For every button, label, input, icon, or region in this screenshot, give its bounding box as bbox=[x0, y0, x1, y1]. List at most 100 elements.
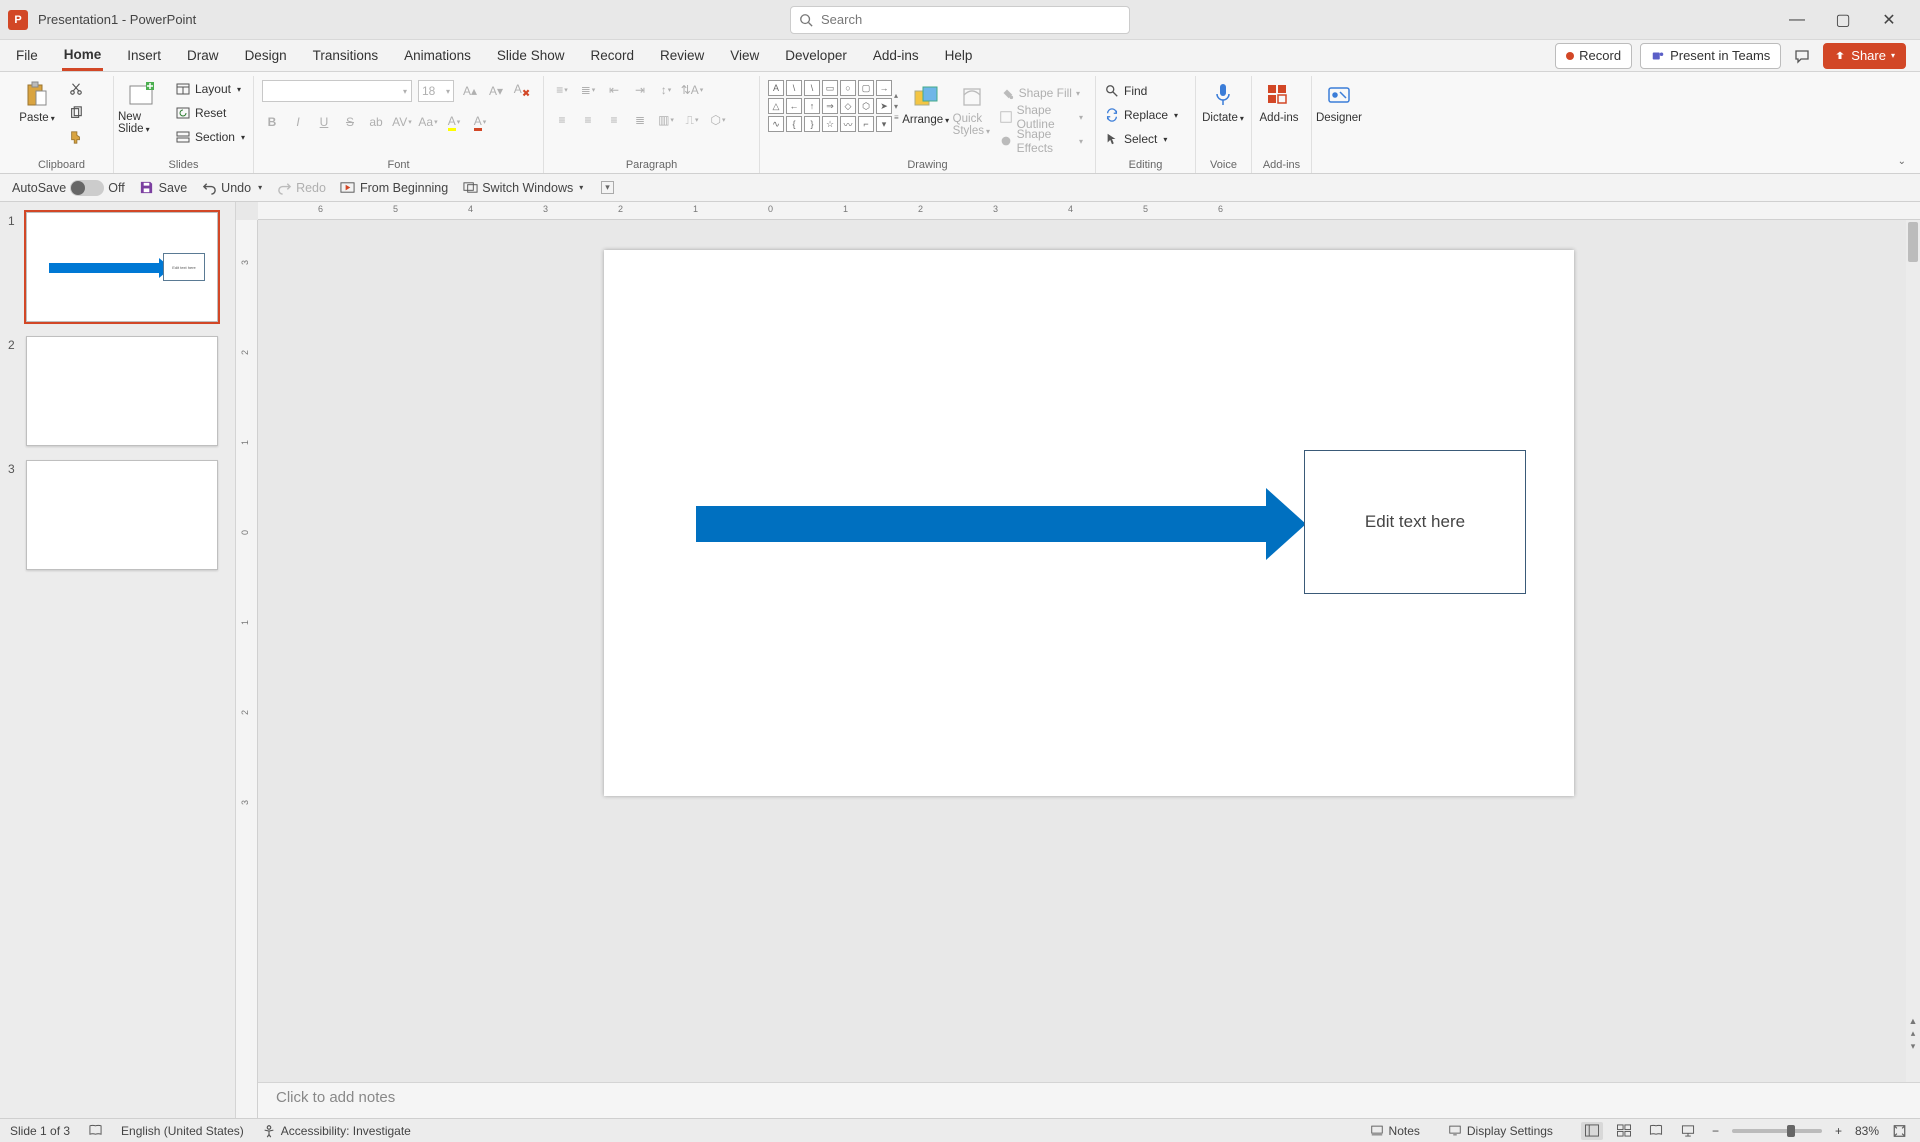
tab-draw[interactable]: Draw bbox=[185, 41, 221, 71]
align-left-button[interactable]: ≡ bbox=[552, 110, 572, 130]
zoom-out-button[interactable]: − bbox=[1709, 1124, 1722, 1138]
horizontal-ruler[interactable]: 6 5 4 3 2 1 0 1 2 3 4 5 6 bbox=[258, 202, 1920, 220]
notes-pane[interactable]: Click to add notes bbox=[258, 1082, 1920, 1118]
shapes-gallery[interactable]: A \ \ ▭ ○ ▢ → △ ← ↑ ⇒ ◇ ⬡ ➤ ∿ { } bbox=[768, 80, 899, 132]
zoom-knob[interactable] bbox=[1787, 1125, 1795, 1137]
thumbnail-slide-1[interactable]: Edit text here bbox=[26, 212, 218, 322]
shape-outline-button[interactable]: Shape Outline▾ bbox=[995, 106, 1087, 128]
zoom-in-button[interactable]: + bbox=[1832, 1124, 1845, 1138]
tab-developer[interactable]: Developer bbox=[783, 41, 849, 71]
redo-button[interactable]: Redo bbox=[276, 180, 326, 196]
align-text-button[interactable]: ⎍ bbox=[682, 110, 702, 130]
arrow-shape[interactable] bbox=[696, 506, 1268, 542]
save-button[interactable]: Save bbox=[139, 180, 188, 196]
shape-fill-button[interactable]: Shape Fill▾ bbox=[995, 82, 1087, 104]
canvas-area[interactable]: Edit text here bbox=[258, 220, 1920, 1082]
fit-to-window-button[interactable] bbox=[1889, 1124, 1910, 1138]
select-button[interactable]: Select▾ bbox=[1100, 128, 1182, 150]
columns-button[interactable]: ▥ bbox=[656, 110, 676, 130]
italic-button[interactable]: I bbox=[288, 112, 308, 132]
maximize-button[interactable]: ▢ bbox=[1820, 0, 1866, 40]
change-case-button[interactable]: Aa bbox=[418, 112, 438, 132]
shape-rarrow[interactable]: ➤ bbox=[876, 98, 892, 114]
chevron-down-icon[interactable]: ▾ bbox=[258, 183, 262, 192]
font-color-button[interactable]: A bbox=[470, 112, 490, 132]
undo-button[interactable]: Undo▾ bbox=[201, 180, 262, 196]
shape-brace-l[interactable]: { bbox=[786, 116, 802, 132]
font-name-combo[interactable]: ▾ bbox=[262, 80, 412, 102]
layout-button[interactable]: Layout▾ bbox=[171, 78, 249, 100]
bold-button[interactable]: B bbox=[262, 112, 282, 132]
shape-conn[interactable]: ⌐ bbox=[858, 116, 874, 132]
shape-roundrect[interactable]: ▢ bbox=[858, 80, 874, 96]
increase-font-button[interactable]: A▴ bbox=[460, 81, 480, 101]
prev-slide-button[interactable]: ▴ bbox=[1911, 1028, 1916, 1039]
addins-button[interactable]: Add-ins bbox=[1256, 78, 1302, 124]
language-indicator[interactable]: English (United States) bbox=[121, 1124, 244, 1138]
from-beginning-button[interactable]: From Beginning bbox=[340, 180, 448, 196]
display-settings-button[interactable]: Display Settings bbox=[1448, 1124, 1553, 1138]
slide-indicator[interactable]: Slide 1 of 3 bbox=[10, 1124, 70, 1138]
tab-slideshow[interactable]: Slide Show bbox=[495, 41, 567, 71]
cut-button[interactable] bbox=[64, 78, 88, 100]
tab-home[interactable]: Home bbox=[62, 41, 104, 71]
tab-animations[interactable]: Animations bbox=[402, 41, 473, 71]
shape-textbox[interactable]: A bbox=[768, 80, 784, 96]
shape-curve[interactable]: ∿ bbox=[768, 116, 784, 132]
shape-scribble[interactable]: 〰 bbox=[840, 116, 856, 132]
zoom-slider[interactable] bbox=[1732, 1129, 1822, 1133]
normal-view-button[interactable] bbox=[1581, 1122, 1603, 1140]
designer-button[interactable]: Designer bbox=[1316, 78, 1362, 124]
tab-record[interactable]: Record bbox=[588, 41, 636, 71]
tab-view[interactable]: View bbox=[728, 41, 761, 71]
shape-oval[interactable]: ○ bbox=[840, 80, 856, 96]
gallery-up-button[interactable]: ▴ bbox=[894, 91, 899, 100]
collapse-ribbon-button[interactable]: ⌄ bbox=[1898, 156, 1906, 167]
format-painter-button[interactable] bbox=[64, 126, 88, 148]
copy-button[interactable] bbox=[64, 102, 88, 124]
next-slide-button[interactable]: ▾ bbox=[1911, 1041, 1916, 1052]
quick-styles-button[interactable]: Quick Styles bbox=[953, 80, 991, 137]
shape-more[interactable]: ▾ bbox=[876, 116, 892, 132]
shape-line2[interactable]: \ bbox=[804, 80, 820, 96]
font-size-combo[interactable]: 18▾ bbox=[418, 80, 454, 102]
reading-view-button[interactable] bbox=[1645, 1122, 1667, 1140]
shape-effects-button[interactable]: Shape Effects▾ bbox=[995, 130, 1087, 152]
line-spacing-button[interactable]: ↕ bbox=[656, 80, 676, 100]
switch-windows-button[interactable]: Switch Windows▾ bbox=[462, 180, 583, 196]
clear-formatting-button[interactable]: A✖ bbox=[512, 81, 532, 101]
prev-slide-anchor-button[interactable]: ▲ bbox=[1909, 1016, 1918, 1026]
shape-line[interactable]: \ bbox=[786, 80, 802, 96]
present-teams-button[interactable]: Present in Teams bbox=[1640, 43, 1781, 69]
increase-indent-button[interactable]: ⇥ bbox=[630, 80, 650, 100]
minimize-button[interactable]: — bbox=[1774, 0, 1820, 40]
autosave-toggle[interactable]: AutoSave Off bbox=[12, 180, 125, 196]
shape-arrow-r[interactable]: → bbox=[876, 80, 892, 96]
gallery-down-button[interactable]: ▾ bbox=[894, 102, 899, 111]
highlight-button[interactable]: A bbox=[444, 112, 464, 132]
shape-arrow-d[interactable]: ⇒ bbox=[822, 98, 838, 114]
text-direction-button[interactable]: ⇅A bbox=[682, 80, 702, 100]
shape-rect[interactable]: ▭ bbox=[822, 80, 838, 96]
reset-button[interactable]: Reset bbox=[171, 102, 249, 124]
canvas-scroll[interactable]: Edit text here ▲ ▴ ▾ bbox=[236, 220, 1920, 1082]
spellcheck-button[interactable] bbox=[88, 1124, 103, 1137]
decrease-indent-button[interactable]: ⇤ bbox=[604, 80, 624, 100]
shape-diamond[interactable]: ◇ bbox=[840, 98, 856, 114]
record-button[interactable]: Record bbox=[1555, 43, 1632, 69]
tab-addins[interactable]: Add-ins bbox=[871, 41, 921, 71]
section-button[interactable]: Section▾ bbox=[171, 126, 249, 148]
char-spacing-button[interactable]: AV bbox=[392, 112, 412, 132]
arrange-button[interactable]: Arrange bbox=[903, 80, 949, 126]
thumbnail-pane[interactable]: 1 Edit text here 2 3 bbox=[0, 202, 236, 1118]
gallery-more-button[interactable]: ≡ bbox=[894, 113, 899, 122]
find-button[interactable]: Find bbox=[1100, 80, 1182, 102]
strikethrough-button[interactable]: S bbox=[340, 112, 360, 132]
shape-star[interactable]: ☆ bbox=[822, 116, 838, 132]
bullets-button[interactable]: ≡ bbox=[552, 80, 572, 100]
justify-button[interactable]: ≣ bbox=[630, 110, 650, 130]
slide-canvas[interactable]: Edit text here bbox=[604, 250, 1574, 796]
tab-file[interactable]: File bbox=[14, 41, 40, 71]
tab-help[interactable]: Help bbox=[943, 41, 975, 71]
paste-button[interactable]: Paste bbox=[14, 78, 60, 124]
